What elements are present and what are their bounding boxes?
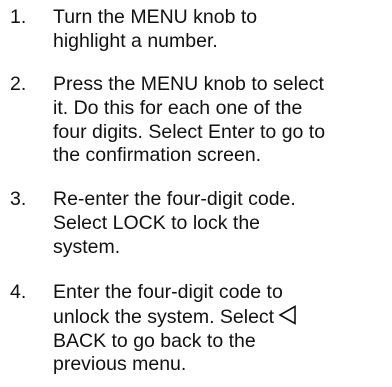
step-line: BACK to go back to the	[53, 329, 256, 352]
step-line: it. Do this for each one of the	[53, 96, 303, 119]
instruction-list: 1. Turn the MENU knob to highlight a num…	[0, 0, 392, 387]
step-line: highlight a number.	[53, 29, 218, 52]
step-text: Turn the MENU knob to highlight a number…	[53, 6, 389, 54]
step-line: four digits. Select Enter to go to	[53, 120, 326, 143]
step-line: Re-enter the four-digit code.	[53, 188, 296, 210]
step-number: 2.	[10, 73, 27, 95]
step-line: Select LOCK to lock the	[53, 211, 261, 234]
step-line: previous menu.	[53, 353, 187, 376]
step-text: Enter the four-digit code to unlock the …	[53, 281, 389, 377]
step-line: Press the MENU knob to select	[53, 73, 324, 95]
step-line: unlock the system. Select	[53, 304, 389, 330]
step-number: 4.	[10, 281, 27, 303]
step-line: Enter the four-digit code to	[53, 281, 283, 303]
step-line-text: unlock the system. Select	[53, 305, 275, 328]
step-text: Re-enter the four-digit code. Select LOC…	[53, 188, 389, 259]
step-text: Press the MENU knob to select it. Do thi…	[53, 73, 389, 168]
step-number: 3.	[10, 188, 27, 210]
step-line: the confirmation screen.	[53, 144, 262, 167]
step-line: Turn the MENU knob to	[53, 6, 258, 28]
step-line: system.	[53, 235, 121, 258]
step-number: 1.	[10, 6, 27, 28]
back-triangle-icon	[278, 304, 297, 325]
